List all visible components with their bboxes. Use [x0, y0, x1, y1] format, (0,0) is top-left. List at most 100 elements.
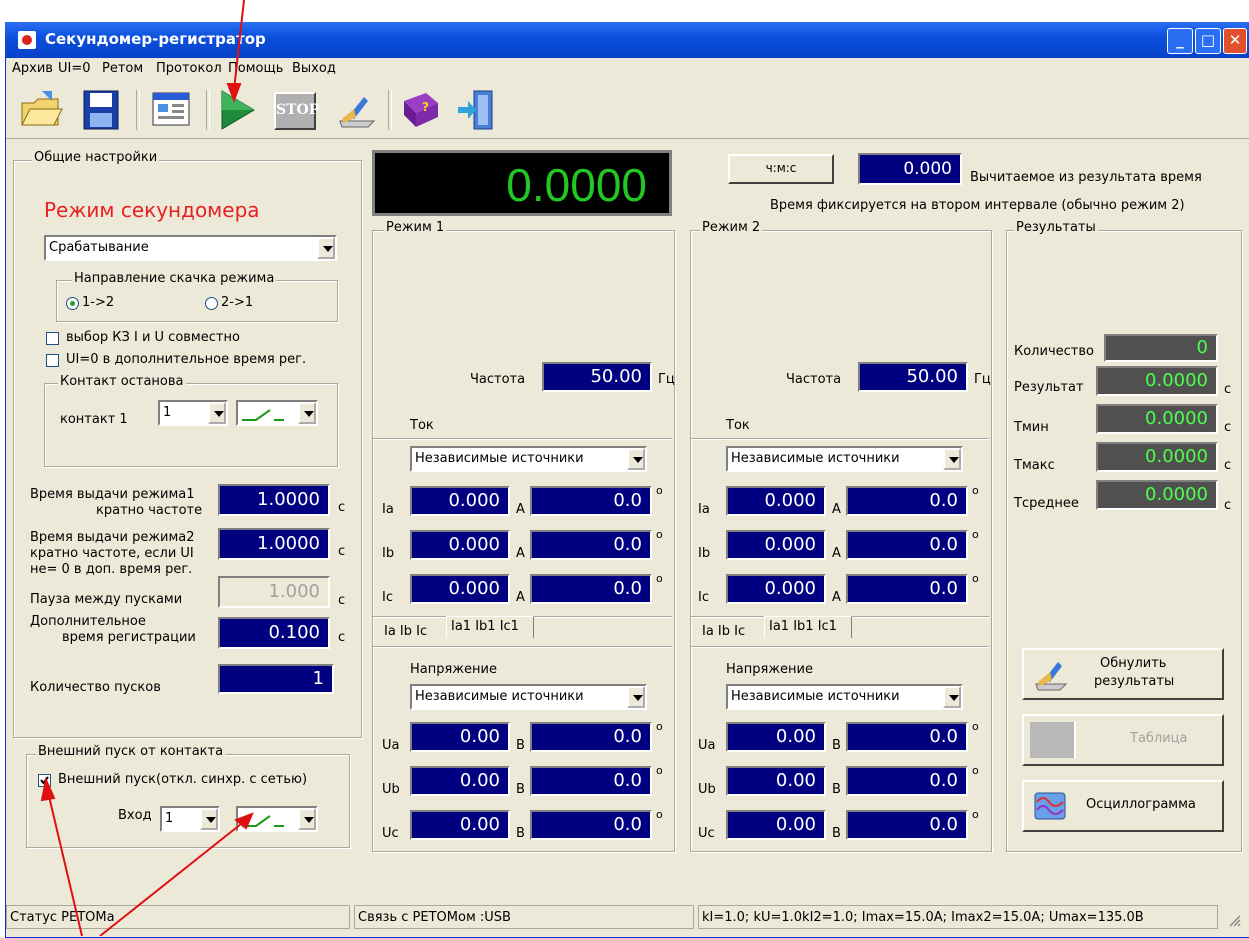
mode1-tab-ia1ib1ic1[interactable]: Ia1 Ib1 Ic1	[446, 616, 534, 638]
timer-display: 0.0000	[372, 150, 672, 216]
mode1-freq-value[interactable]: 50.00	[542, 362, 652, 392]
dir-radio-1[interactable]	[66, 297, 79, 310]
time1-value[interactable]: 1.0000	[218, 484, 330, 516]
mode2-ia-value[interactable]: 0.000	[726, 486, 826, 516]
mode2-ia-angle[interactable]: 0.0	[846, 486, 968, 516]
mode1-uc-value[interactable]: 0.00	[410, 810, 510, 840]
ic-label: Ic	[382, 590, 393, 605]
mode1-ua-angle[interactable]: 0.0	[530, 722, 652, 752]
degree-unit: o	[972, 484, 979, 497]
ub-label: Ub	[698, 782, 716, 797]
mode1-ib-value[interactable]: 0.000	[410, 530, 510, 560]
contact-switch-icon	[242, 815, 284, 827]
degree-unit: o	[656, 572, 663, 585]
mode2-ua-value[interactable]: 0.00	[726, 722, 826, 752]
mode2-tab-ia1ib1ic1[interactable]: Ia1 Ib1 Ic1	[764, 616, 852, 638]
close-button[interactable]: ✕	[1223, 28, 1247, 54]
input-type-select[interactable]	[236, 806, 318, 832]
unit-c: с	[338, 630, 346, 645]
mode2-uc-value[interactable]: 0.00	[726, 810, 826, 840]
divider	[691, 646, 989, 648]
mode2-ua-angle[interactable]: 0.0	[846, 722, 968, 752]
clear-brush-icon[interactable]	[334, 87, 380, 133]
pause-label: Пауза между пусками	[30, 592, 183, 607]
mode2-freq-value[interactable]: 50.00	[858, 362, 968, 392]
stop-button[interactable]: STOP	[274, 92, 319, 130]
menu-exit[interactable]: Выход	[292, 61, 336, 76]
contact-type-select[interactable]	[236, 400, 318, 426]
mode2-ic-angle[interactable]: 0.0	[846, 574, 968, 604]
unit-c: с	[1224, 420, 1232, 435]
mode2-ub-value[interactable]: 0.00	[726, 766, 826, 796]
table-button[interactable]: Таблица	[1022, 714, 1224, 766]
menu-protocol[interactable]: Протокол	[156, 61, 222, 76]
mode1-voltage-source-select[interactable]: Независимые источники	[410, 684, 647, 710]
input-select[interactable]: 1	[160, 806, 220, 832]
contact-select-value: 1	[163, 405, 172, 420]
dir-radio-2[interactable]	[205, 297, 218, 310]
kz-checkbox[interactable]	[46, 332, 59, 345]
mode2-freq-label: Частота	[786, 372, 842, 387]
contact-switch-icon	[242, 409, 284, 421]
mode1-uc-angle[interactable]: 0.0	[530, 810, 652, 840]
mode2-tab-iaibic[interactable]: Ia Ib Ic	[698, 622, 764, 644]
time2-value[interactable]: 1.0000	[218, 528, 330, 560]
mode2-ic-value[interactable]: 0.000	[726, 574, 826, 604]
menu-retom[interactable]: Ретом	[102, 61, 143, 76]
mode1-ia-value[interactable]: 0.000	[410, 486, 510, 516]
open-folder-icon[interactable]	[18, 87, 64, 133]
count-value[interactable]: 1	[218, 664, 334, 694]
ui0-checkbox[interactable]	[46, 354, 59, 367]
hms-button[interactable]: ч:м:с	[728, 154, 834, 184]
maximize-button[interactable]: □	[1195, 28, 1221, 54]
mode2-ib-value[interactable]: 0.000	[726, 530, 826, 560]
dir-label-1: 1->2	[82, 295, 115, 310]
mode-select[interactable]: Срабатывание	[44, 235, 337, 261]
save-floppy-icon[interactable]	[78, 87, 124, 133]
mode1-tab-iaibic[interactable]: Ia Ib Ic	[380, 622, 446, 644]
mode2-current-source-select[interactable]: Независимые источники	[726, 446, 963, 472]
amp-unit: A	[832, 590, 841, 605]
mode2-current-title: Ток	[726, 418, 750, 433]
input-label: Вход	[118, 808, 152, 823]
mode1-ua-value[interactable]: 0.00	[410, 722, 510, 752]
menu-archive[interactable]: Архив	[12, 61, 53, 76]
external-start-checkbox[interactable]	[38, 774, 51, 787]
reset-results-button[interactable]: Обнулить результаты	[1022, 648, 1224, 700]
resize-grip-icon[interactable]	[1226, 912, 1242, 928]
divider	[691, 438, 989, 440]
mode1-ub-angle[interactable]: 0.0	[530, 766, 652, 796]
contact-select[interactable]: 1	[158, 400, 228, 426]
subtract-time-value[interactable]: 0.000	[858, 153, 962, 185]
help-book-icon[interactable]: ?	[398, 87, 444, 133]
mode1-ic-value[interactable]: 0.000	[410, 574, 510, 604]
mode1-ib-angle[interactable]: 0.0	[530, 530, 652, 560]
menu-ui0[interactable]: UI=0	[58, 61, 91, 76]
mode2-voltage-source-select[interactable]: Независимые источники	[726, 684, 963, 710]
mode2-uc-angle[interactable]: 0.0	[846, 810, 968, 840]
app-icon	[18, 31, 36, 49]
menu-help[interactable]: Помощь	[228, 61, 283, 76]
mode1-ub-value[interactable]: 0.00	[410, 766, 510, 796]
mode1-ic-angle[interactable]: 0.0	[530, 574, 652, 604]
extra-value[interactable]: 0.100	[218, 617, 330, 649]
mode1-ia-angle[interactable]: 0.0	[530, 486, 652, 516]
results-count-label: Количество	[1014, 344, 1094, 359]
mode2-ub-angle[interactable]: 0.0	[846, 766, 968, 796]
chevron-down-icon	[317, 237, 335, 259]
exit-door-icon[interactable]	[454, 87, 500, 133]
mode1-freq-label: Частота	[470, 372, 526, 387]
oscillogram-button-label: Осциллограмма	[1086, 797, 1196, 812]
mode1-voltage-title: Напряжение	[410, 662, 497, 677]
window-settings-icon[interactable]	[148, 87, 194, 133]
mode1-current-source-select[interactable]: Независимые источники	[410, 446, 647, 472]
title-bar: Секундомер-регистратор	[5, 22, 1249, 58]
oscillogram-button[interactable]: Осциллограмма	[1022, 780, 1224, 832]
results-result-label: Результат	[1014, 380, 1084, 395]
subtract-time-label: Вычитаемое из результата время	[970, 170, 1202, 185]
minimize-button[interactable]: _	[1167, 28, 1193, 54]
extra-label-a: Дополнительное	[30, 614, 146, 629]
mode-select-value: Срабатывание	[49, 240, 149, 255]
mode2-ib-angle[interactable]: 0.0	[846, 530, 968, 560]
play-start-icon[interactable]	[214, 87, 260, 133]
